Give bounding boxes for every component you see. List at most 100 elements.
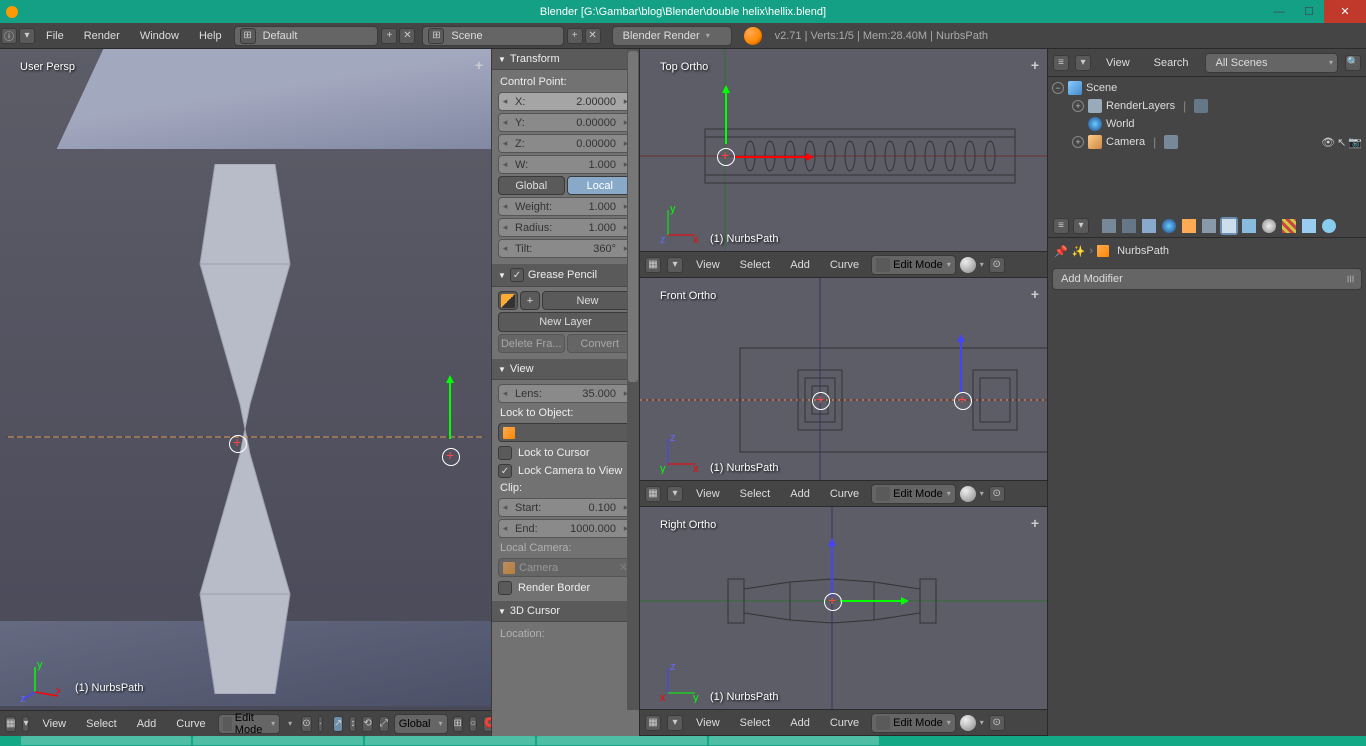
scene-browse-icon[interactable]: ⊞ [428, 28, 444, 44]
expand-icon[interactable]: + [1072, 100, 1084, 112]
constraints-tab[interactable] [1200, 217, 1218, 235]
add-menu[interactable]: Add [782, 481, 818, 506]
radius-field[interactable]: ◂Radius:1.000▸ [498, 218, 633, 237]
new-button[interactable]: New [542, 291, 633, 310]
transform-panel-header[interactable]: ▼Transform [492, 49, 639, 70]
task-tab[interactable] [21, 736, 191, 745]
scale-manipulator-icon[interactable]: ⤢ [379, 716, 389, 732]
viewport-plus-icon[interactable]: + [1031, 515, 1039, 531]
manipulator-y-axis[interactable] [449, 379, 451, 439]
curve-menu[interactable]: Curve [168, 711, 213, 736]
viewport-main[interactable]: User Persp (1) NurbsPath + y x z ▦ ▾ Vie… [0, 49, 491, 736]
menu-collapse-icon[interactable]: ▾ [667, 486, 683, 502]
close-button[interactable]: ✕ [1324, 0, 1366, 23]
outliner-type-icon[interactable]: ≡ [1053, 55, 1069, 71]
tree-world-row[interactable]: World [1052, 115, 1362, 133]
select-menu[interactable]: Select [732, 710, 779, 735]
layout-browse-icon[interactable]: ⊞ [240, 28, 256, 44]
layout-add-button[interactable]: + [381, 28, 397, 44]
curve-menu[interactable]: Curve [822, 252, 867, 277]
outliner-filter-dropdown[interactable]: All Scenes▾ [1205, 53, 1338, 73]
help-menu[interactable]: Help [189, 23, 232, 48]
curve-menu[interactable]: Curve [822, 710, 867, 735]
expand-icon[interactable]: + [1072, 136, 1084, 148]
material-tab[interactable] [1260, 217, 1278, 235]
tilt-field[interactable]: ◂Tilt:360°▸ [498, 239, 633, 258]
menu-collapse-icon[interactable]: ▾ [19, 28, 35, 44]
snap-icon[interactable]: 🧲 [483, 716, 491, 732]
manipulator-z-axis[interactable] [960, 338, 962, 393]
eye-icon[interactable]: 👁 [1321, 136, 1335, 149]
viewport-front[interactable]: zxy Front Ortho (1) NurbsPath + ▦ ▾ View… [640, 278, 1047, 507]
world-tab[interactable] [1160, 217, 1178, 235]
shading-icon[interactable] [960, 715, 976, 731]
shading-icon[interactable] [960, 486, 976, 502]
add-menu[interactable]: Add [782, 710, 818, 735]
viewport-right[interactable]: zyx Right Ortho (1) NurbsPath + ▦ ▾ View… [640, 507, 1047, 736]
add-modifier-dropdown[interactable]: Add Modifier [1052, 268, 1362, 290]
manipulator-x-axis[interactable] [735, 156, 810, 158]
view-menu[interactable]: View [688, 481, 728, 506]
orientation-dropdown[interactable]: Global ▾ [394, 714, 448, 734]
viewport-plus-icon[interactable]: + [1031, 286, 1039, 302]
window-menu[interactable]: Window [130, 23, 189, 48]
translate-manipulator-icon[interactable]: ↕ [349, 716, 356, 732]
x-field[interactable]: ◂X:2.00000▸ [498, 92, 633, 111]
clip-end-field[interactable]: ◂End:1000.000▸ [498, 519, 633, 538]
scene-add-button[interactable]: + [567, 28, 583, 44]
outliner-tree[interactable]: − Scene + RenderLayers | World [1048, 77, 1366, 214]
shading-icon[interactable] [960, 257, 976, 273]
grease-enable-checkbox[interactable] [510, 268, 524, 282]
cursor-icon[interactable]: ↖ [1337, 136, 1346, 149]
add-menu[interactable]: Add [782, 252, 818, 277]
editor-type-icon[interactable]: ▦ [645, 715, 661, 731]
editor-type-icon[interactable]: ▦ [645, 486, 661, 502]
global-button[interactable]: Global [498, 176, 565, 195]
menu-collapse-icon[interactable]: ▾ [667, 257, 683, 273]
grease-pencil-header[interactable]: ▼ Grease Pencil [492, 264, 639, 287]
task-tab[interactable] [709, 736, 879, 745]
cursor-panel-header[interactable]: ▼3D Cursor [492, 601, 639, 622]
rotate-manipulator-icon[interactable]: ⟲ [362, 716, 372, 732]
local-button[interactable]: Local [567, 176, 634, 195]
object-tab[interactable] [1180, 217, 1198, 235]
editor-type-icon[interactable]: ▦ [645, 257, 661, 273]
engine-dropdown[interactable]: Blender Render ▾ [612, 26, 732, 46]
mode-dropdown[interactable]: Edit Mode▾ [871, 255, 956, 275]
pivot-icon[interactable]: ⊙ [989, 486, 1005, 502]
lock-cursor-checkbox[interactable] [498, 446, 512, 460]
layout-dropdown[interactable]: ⊞ Default [234, 26, 379, 46]
editor-type-3dview-icon[interactable]: ▦ [5, 716, 16, 732]
particles-tab[interactable] [1300, 217, 1318, 235]
clip-start-field[interactable]: ◂Start:0.100▸ [498, 498, 633, 517]
menu-collapse-icon[interactable]: ▾ [22, 716, 29, 732]
task-tab[interactable] [193, 736, 363, 745]
view-menu[interactable]: View [688, 252, 728, 277]
modifiers-tab[interactable] [1220, 217, 1238, 235]
pencil-add-icon[interactable]: + [520, 291, 540, 310]
outliner-search-menu[interactable]: Search [1144, 49, 1199, 76]
viewport-plus-icon[interactable]: + [1031, 57, 1039, 73]
prop-edit-icon[interactable]: ○ [469, 716, 477, 732]
maximize-button[interactable]: ☐ [1294, 0, 1324, 23]
add-menu[interactable]: Add [129, 711, 165, 736]
select-menu[interactable]: Select [732, 481, 779, 506]
layout-delete-button[interactable]: ✕ [399, 28, 415, 44]
weight-field[interactable]: ◂Weight:1.000▸ [498, 197, 633, 216]
render-menu[interactable]: Render [74, 23, 130, 48]
expand-icon[interactable]: − [1052, 82, 1064, 94]
pivot-each-icon[interactable]: · [318, 716, 323, 732]
viewport-toggle-panel-icon[interactable]: + [475, 57, 483, 73]
viewport-top[interactable]: yxz Top Ortho (1) NurbsPath + ▦ ▾ View S… [640, 49, 1047, 278]
pin-icon[interactable]: 📌 [1054, 245, 1068, 258]
mode-dropdown[interactable]: Edit Mode ▾ [218, 714, 281, 734]
render-tab[interactable] [1100, 217, 1118, 235]
tree-renderlayers-row[interactable]: + RenderLayers | [1052, 97, 1362, 115]
minimize-button[interactable]: — [1264, 0, 1294, 23]
editor-type-icon[interactable]: ⓘ [1, 28, 17, 44]
mode-dropdown[interactable]: Edit Mode▾ [871, 713, 956, 733]
render-icon[interactable]: 📷 [1348, 136, 1362, 149]
render-border-checkbox[interactable] [498, 581, 512, 595]
texture-tab[interactable] [1280, 217, 1298, 235]
shading-arrow-icon[interactable]: ▾ [288, 719, 292, 728]
